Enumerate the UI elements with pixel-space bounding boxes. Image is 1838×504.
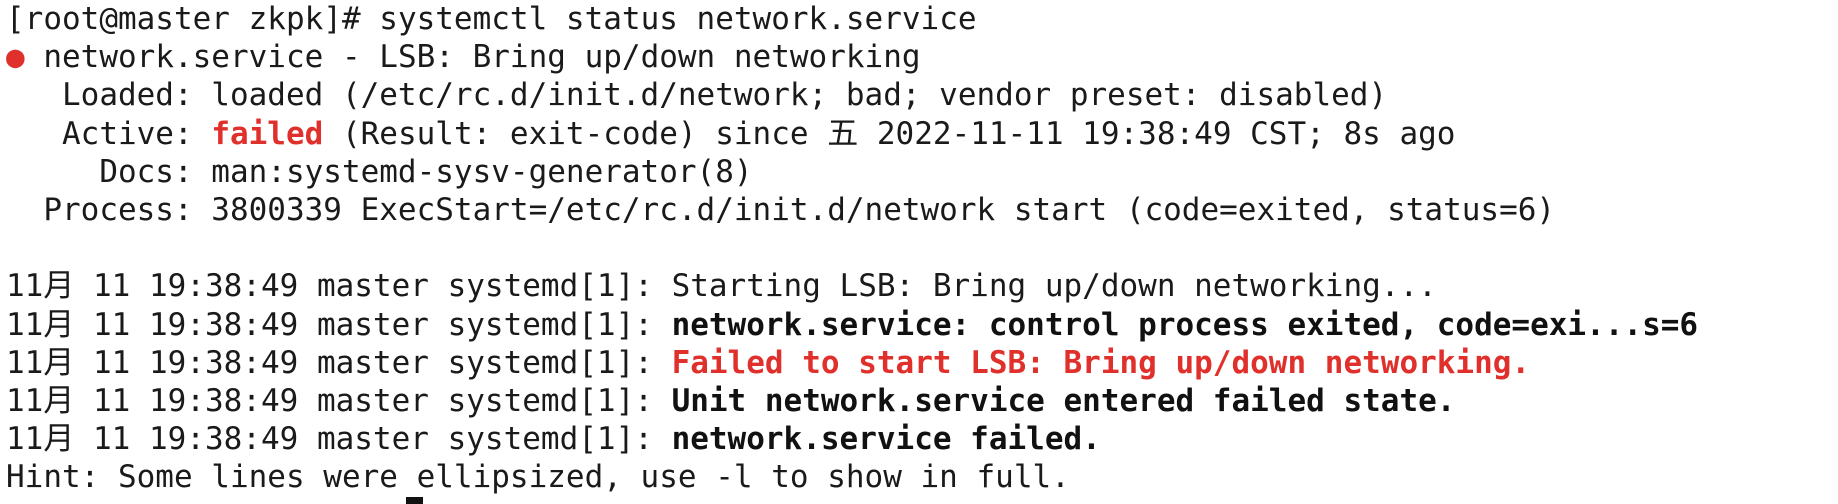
hint-line: Hint: Some lines were ellipsized, use -l…: [6, 459, 1070, 496]
failed-status-dot-icon: ●: [6, 39, 25, 76]
journal-line: 11月 11 19:38:49 master systemd[1]: Unit …: [0, 382, 1838, 420]
loaded-line: Loaded: loaded (/etc/rc.d/init.d/network…: [6, 77, 1388, 114]
journal-line: 11月 11 19:38:49 master systemd[1]: Start…: [0, 267, 1838, 305]
journal-prefix: 11月 11 19:38:49 master systemd[1]:: [6, 306, 672, 343]
journal-prefix: 11月 11 19:38:49 master systemd[1]:: [6, 421, 672, 458]
journal-prefix: 11月 11 19:38:49 master systemd[1]:: [6, 344, 672, 381]
process-line: Process: 3800339 ExecStart=/etc/rc.d/ini…: [6, 191, 1556, 228]
unit-description: network.service - LSB: Bring up/down net…: [24, 39, 921, 76]
journal-prefix: 11月 11 19:38:49 master systemd[1]:: [6, 382, 672, 419]
journal-message: network.service failed.: [671, 421, 1101, 458]
journal-message: Starting LSB: Bring up/down networking..…: [671, 268, 1437, 305]
journal-error-message: Failed to start LSB: Bring up/down netwo…: [671, 344, 1531, 381]
journal-message: Unit network.service entered failed stat…: [671, 382, 1456, 419]
active-detail: (Result: exit-code) since 五 2022-11-11 1…: [323, 115, 1456, 152]
unit-status-line: ● network.service - LSB: Bring up/down n…: [0, 38, 1838, 76]
journal-line: 11月 11 19:38:49 master systemd[1]: netwo…: [0, 420, 1838, 458]
docs-line: Docs: man:systemd-sysv-generator(8): [6, 153, 753, 190]
journal-line: 11月 11 19:38:49 master systemd[1]: Faile…: [0, 344, 1838, 382]
shell-prompt: [root@master zkpk]#: [6, 1, 380, 37]
active-label: Active:: [6, 115, 212, 152]
block-cursor-icon: [406, 497, 423, 504]
journal-prefix: 11月 11 19:38:49 master systemd[1]:: [6, 268, 672, 305]
journal-line: 11月 11 19:38:49 master systemd[1]: netwo…: [0, 306, 1838, 344]
typed-command: systemctl status network.service: [379, 1, 977, 37]
journal-message: network.service: control process exited,…: [671, 306, 1699, 343]
active-state-failed: failed: [211, 115, 324, 152]
command-line: [root@master zkpk]# systemctl status net…: [0, 0, 1838, 38]
terminal-window[interactable]: [root@master zkpk]# systemctl status net…: [0, 0, 1838, 504]
active-line: Active: failed (Result: exit-code) since…: [0, 115, 1838, 153]
